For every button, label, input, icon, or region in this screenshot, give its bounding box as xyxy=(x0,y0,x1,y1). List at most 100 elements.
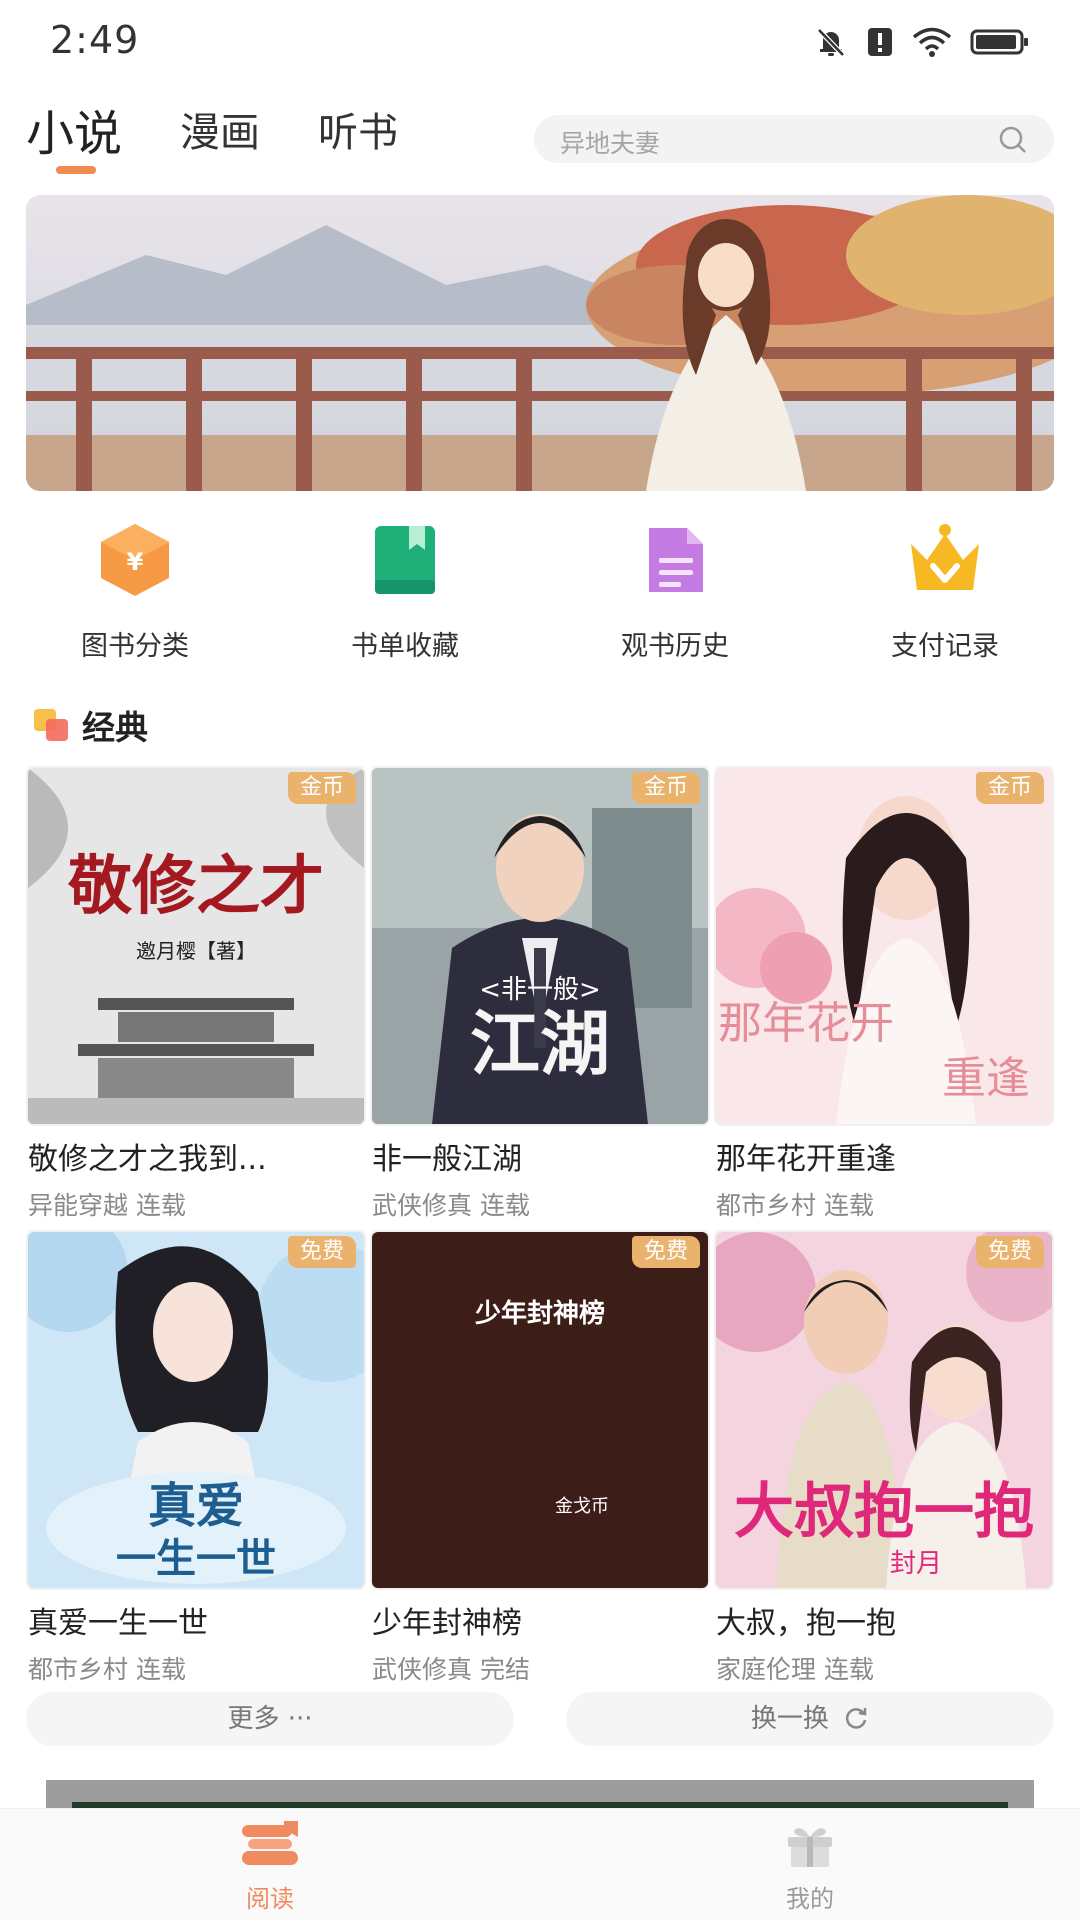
battery-icon xyxy=(970,29,1028,55)
history-document-icon xyxy=(649,528,703,592)
book-card[interactable]: 少年封神榜 金戈币 免费 少年封神榜 武侠修真 完结 xyxy=(372,1232,708,1686)
book-cover[interactable]: 大叔抱一抱 封月 免费 xyxy=(716,1232,1052,1588)
quick-entry-label: 书单收藏 xyxy=(351,631,459,662)
book-cover[interactable]: 真爱 一生一世 免费 xyxy=(28,1232,364,1588)
cover-subtitle: <非一般> xyxy=(479,975,601,1005)
book-title[interactable]: 敬修之才之我到... xyxy=(28,1134,364,1178)
book-status: 连载 xyxy=(479,1191,530,1220)
cover-title: 少年封神榜 xyxy=(474,1298,605,1329)
book-status: 连载 xyxy=(135,1655,186,1684)
price-tag: 免费 xyxy=(975,1236,1044,1268)
status-time: 2:49 xyxy=(50,18,140,62)
book-genre: 异能穿越 xyxy=(28,1191,129,1220)
book-meta: 武侠修真 完结 xyxy=(372,1650,708,1686)
active-tab-indicator xyxy=(56,166,96,174)
cover-title: 真爱 xyxy=(148,1478,244,1534)
search-box[interactable]: 异地夫妻 xyxy=(534,115,1054,163)
book-genre: 武侠修真 xyxy=(372,1655,473,1684)
cover-subtitle: 金戈币 xyxy=(555,1496,609,1517)
alert-icon xyxy=(868,28,892,56)
book-card[interactable]: 真爱 一生一世 免费 真爱一生一世 都市乡村 连载 xyxy=(28,1232,364,1686)
cover-author: 封月 xyxy=(890,1549,942,1579)
book-meta: 家庭伦理 连载 xyxy=(716,1650,1052,1686)
top-bar: 小说 漫画 听书 异地夫妻 xyxy=(0,100,1080,190)
quick-entries: ¥ 图书分类 书单收藏 观书历史 支付记录 xyxy=(0,520,1080,663)
status-bar: 2:49 xyxy=(0,0,1080,80)
book-status: 连载 xyxy=(135,1191,186,1220)
cover-subtitle: 一生一世 xyxy=(116,1535,276,1582)
book-genre: 都市乡村 xyxy=(716,1191,817,1220)
cover-title: 那年花开 xyxy=(718,998,894,1049)
book-cover[interactable]: 敬修之才 邀月樱【著】 金币 xyxy=(28,768,364,1124)
crown-icon xyxy=(911,524,979,590)
refresh-label: 换一换 xyxy=(750,1704,829,1734)
section-header: 经典 xyxy=(34,700,148,750)
book-card[interactable]: 那年花开 重逢 金币 那年花开重逢 都市乡村 连载 xyxy=(716,768,1052,1222)
price-tag: 免费 xyxy=(631,1236,700,1268)
quick-entry-label: 图书分类 xyxy=(81,631,189,662)
price-tag: 免费 xyxy=(287,1236,356,1268)
book-genre: 武侠修真 xyxy=(372,1191,473,1220)
book-meta: 都市乡村 连载 xyxy=(28,1650,364,1686)
banner-illustration xyxy=(26,195,1054,491)
nav-read-label: 阅读 xyxy=(246,1885,294,1913)
bookmark-book-icon xyxy=(375,526,435,594)
book-card[interactable]: 大叔抱一抱 封月 免费 大叔，抱一抱 家庭伦理 连载 xyxy=(716,1232,1052,1686)
nav-mine[interactable]: 我的 xyxy=(710,1821,910,1914)
category-hexagon-icon: ¥ xyxy=(101,524,169,596)
book-meta: 异能穿越 连载 xyxy=(28,1186,364,1222)
book-meta: 武侠修真 连载 xyxy=(372,1186,708,1222)
section-mark-icon xyxy=(34,707,74,743)
book-title[interactable]: 那年花开重逢 xyxy=(716,1134,1052,1178)
cover-title: 大叔抱一抱 xyxy=(734,1477,1034,1547)
quick-entry-booklist[interactable]: 书单收藏 xyxy=(270,520,540,663)
price-tag: 金币 xyxy=(631,772,700,804)
book-cover[interactable]: <非一般> 江湖 金币 xyxy=(372,768,708,1124)
book-cover[interactable]: 那年花开 重逢 金币 xyxy=(716,768,1052,1124)
quick-entry-label: 支付记录 xyxy=(891,631,999,662)
mute-bell-icon xyxy=(817,28,845,57)
refresh-icon xyxy=(846,1708,867,1729)
book-status: 连载 xyxy=(823,1191,874,1220)
book-title[interactable]: 真爱一生一世 xyxy=(28,1598,364,1642)
quick-entry-history[interactable]: 观书历史 xyxy=(540,520,810,663)
nav-mine-label: 我的 xyxy=(786,1885,834,1913)
book-card[interactable]: 敬修之才 邀月樱【著】 金币 敬修之才之我到... 异能穿越 连载 xyxy=(28,768,364,1222)
search-icon[interactable] xyxy=(998,125,1028,155)
book-title[interactable]: 大叔，抱一抱 xyxy=(716,1598,1052,1642)
nav-read[interactable]: 阅读 xyxy=(170,1821,370,1914)
svg-text:¥: ¥ xyxy=(127,548,144,576)
price-tag: 金币 xyxy=(975,772,1044,804)
status-icons xyxy=(814,24,1030,60)
more-button[interactable]: 更多 ··· xyxy=(26,1692,514,1746)
more-label: 更多 ··· xyxy=(227,1704,313,1734)
book-genre: 家庭伦理 xyxy=(716,1655,817,1684)
tab-comic[interactable]: 漫画 xyxy=(180,100,260,158)
book-status: 完结 xyxy=(479,1655,530,1684)
book-cover[interactable]: 少年封神榜 金戈币 免费 xyxy=(372,1232,708,1588)
promo-banner[interactable] xyxy=(26,195,1054,491)
quick-entry-payment[interactable]: 支付记录 xyxy=(810,520,1080,663)
cover-author: 邀月樱【著】 xyxy=(136,939,256,963)
book-title[interactable]: 少年封神榜 xyxy=(372,1598,708,1642)
book-genre: 都市乡村 xyxy=(28,1655,129,1684)
cover-title: 敬修之才 xyxy=(67,849,324,924)
quick-entry-label: 观书历史 xyxy=(621,631,729,662)
book-read-icon xyxy=(242,1821,298,1865)
book-meta: 都市乡村 连载 xyxy=(716,1186,1052,1222)
cover-title: 江湖 xyxy=(470,1002,610,1085)
wifi-icon xyxy=(912,27,952,57)
bottom-nav: 阅读 我的 xyxy=(0,1808,1080,1920)
quick-entry-category[interactable]: ¥ 图书分类 xyxy=(0,520,270,663)
book-status: 连载 xyxy=(823,1655,874,1684)
tab-novel[interactable]: 小说 xyxy=(26,94,122,164)
gift-icon xyxy=(788,1828,832,1867)
refresh-button[interactable]: 换一换 xyxy=(566,1692,1054,1746)
price-tag: 金币 xyxy=(287,772,356,804)
book-title[interactable]: 非一般江湖 xyxy=(372,1134,708,1178)
tab-audiobook[interactable]: 听书 xyxy=(318,100,398,158)
search-placeholder: 异地夫妻 xyxy=(560,129,661,158)
cover-subtitle: 重逢 xyxy=(942,1053,1030,1104)
book-card[interactable]: <非一般> 江湖 金币 非一般江湖 武侠修真 连载 xyxy=(372,768,708,1222)
section-title: 经典 xyxy=(82,708,148,747)
